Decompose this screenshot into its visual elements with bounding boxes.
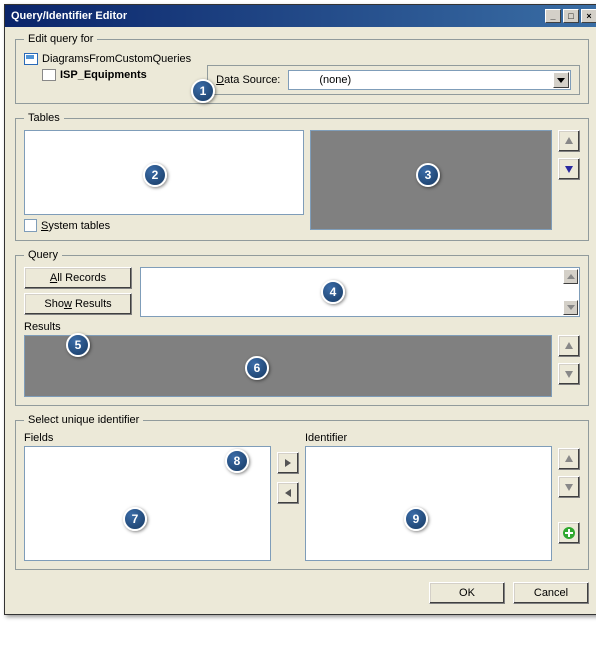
select-unique-identifier-group: Select unique identifier Fields 7 8 — [15, 414, 589, 570]
data-source-value: (none) — [319, 74, 351, 86]
move-up-button[interactable] — [558, 130, 580, 152]
add-field-button[interactable] — [277, 452, 299, 474]
move-down-button[interactable] — [558, 158, 580, 180]
query-legend: Query — [24, 249, 62, 261]
tables-order-buttons — [558, 130, 580, 180]
identifier-up-button[interactable] — [558, 448, 580, 470]
system-tables-checkbox[interactable]: System tables — [24, 219, 304, 232]
dialog-body: Edit query for DiagramsFromCustomQueries… — [5, 27, 596, 614]
scroll-up-button[interactable] — [563, 269, 578, 284]
data-source-label: Data Source: — [216, 74, 280, 86]
maximize-button[interactable]: □ — [563, 9, 579, 23]
identifier-col: Identifier 9 — [305, 432, 552, 561]
system-tables-label: System tables — [41, 220, 110, 232]
callout-4: 4 — [321, 280, 345, 304]
sui-legend: Select unique identifier — [24, 414, 143, 426]
tree-root[interactable]: DiagramsFromCustomQueries — [24, 51, 191, 67]
arrow-down-icon — [564, 164, 574, 174]
add-identifier-button[interactable] — [558, 522, 580, 544]
arrow-up-icon — [564, 341, 574, 351]
tables-legend: Tables — [24, 112, 64, 124]
query-tree[interactable]: DiagramsFromCustomQueries ISP_Equipments — [24, 51, 191, 83]
callout-9: 9 — [404, 507, 428, 531]
arrow-down-icon — [564, 369, 574, 379]
results-order-buttons — [558, 335, 580, 397]
document-icon — [42, 69, 56, 81]
query-buttons: All Records Show Results — [24, 267, 132, 315]
checkbox-icon — [24, 219, 37, 232]
callout-8: 8 — [225, 449, 249, 473]
data-source-area: Data Source: (none) — [207, 65, 580, 95]
arrow-right-icon — [283, 458, 293, 468]
tree-child[interactable]: ISP_Equipments — [42, 67, 191, 83]
data-source-select[interactable]: (none) — [288, 70, 571, 90]
cancel-button[interactable]: Cancel — [513, 582, 589, 604]
chevron-down-icon[interactable] — [553, 72, 569, 88]
scroll-down-button[interactable] — [563, 300, 578, 315]
fields-label: Fields — [24, 432, 271, 444]
all-records-button[interactable]: All Records — [24, 267, 132, 289]
query-textarea[interactable]: 4 — [140, 267, 580, 317]
titlebar[interactable]: Query/Identifier Editor _ □ × — [5, 5, 596, 27]
arrow-down-icon — [564, 482, 574, 492]
edit-query-group: Edit query for DiagramsFromCustomQueries… — [15, 33, 589, 104]
close-button[interactable]: × — [581, 9, 596, 23]
arrow-left-icon — [283, 488, 293, 498]
selected-tables-list[interactable]: 3 — [310, 130, 552, 230]
callout-6: 6 — [245, 356, 269, 380]
identifier-label: Identifier — [305, 432, 552, 444]
arrow-up-icon — [564, 136, 574, 146]
tables-group: Tables 2 System tables 3 — [15, 112, 589, 241]
tables-left-col: 2 System tables — [24, 130, 304, 232]
results-grid[interactable]: 6 — [24, 335, 552, 397]
show-results-button[interactable]: Show Results — [24, 293, 132, 315]
results-up-button[interactable] — [558, 335, 580, 357]
tree-child-label: ISP_Equipments — [60, 67, 147, 83]
identifier-list[interactable]: 9 — [305, 446, 552, 561]
identifier-down-button[interactable] — [558, 476, 580, 498]
callout-3: 3 — [416, 163, 440, 187]
minimize-button[interactable]: _ — [545, 9, 561, 23]
fields-col: Fields 7 8 — [24, 432, 271, 561]
results-down-button[interactable] — [558, 363, 580, 385]
tree-root-label: DiagramsFromCustomQueries — [42, 51, 191, 67]
plus-icon — [562, 526, 576, 540]
results-label: Results — [24, 321, 580, 333]
fields-list[interactable]: 7 8 — [24, 446, 271, 561]
arrow-up-icon — [564, 454, 574, 464]
remove-field-button[interactable] — [277, 482, 299, 504]
callout-2: 2 — [143, 163, 167, 187]
edit-query-legend: Edit query for — [24, 33, 97, 45]
titlebar-title: Query/Identifier Editor — [11, 10, 543, 22]
dialog-window: Query/Identifier Editor _ □ × Edit query… — [4, 4, 596, 615]
available-tables-list[interactable]: 2 — [24, 130, 304, 215]
database-icon — [24, 53, 38, 65]
transfer-buttons — [277, 452, 299, 504]
ok-button[interactable]: OK — [429, 582, 505, 604]
dialog-footer: OK Cancel — [15, 578, 589, 604]
identifier-side-buttons — [558, 448, 580, 544]
query-group: Query All Records Show Results 4 Results… — [15, 249, 589, 406]
callout-7: 7 — [123, 507, 147, 531]
